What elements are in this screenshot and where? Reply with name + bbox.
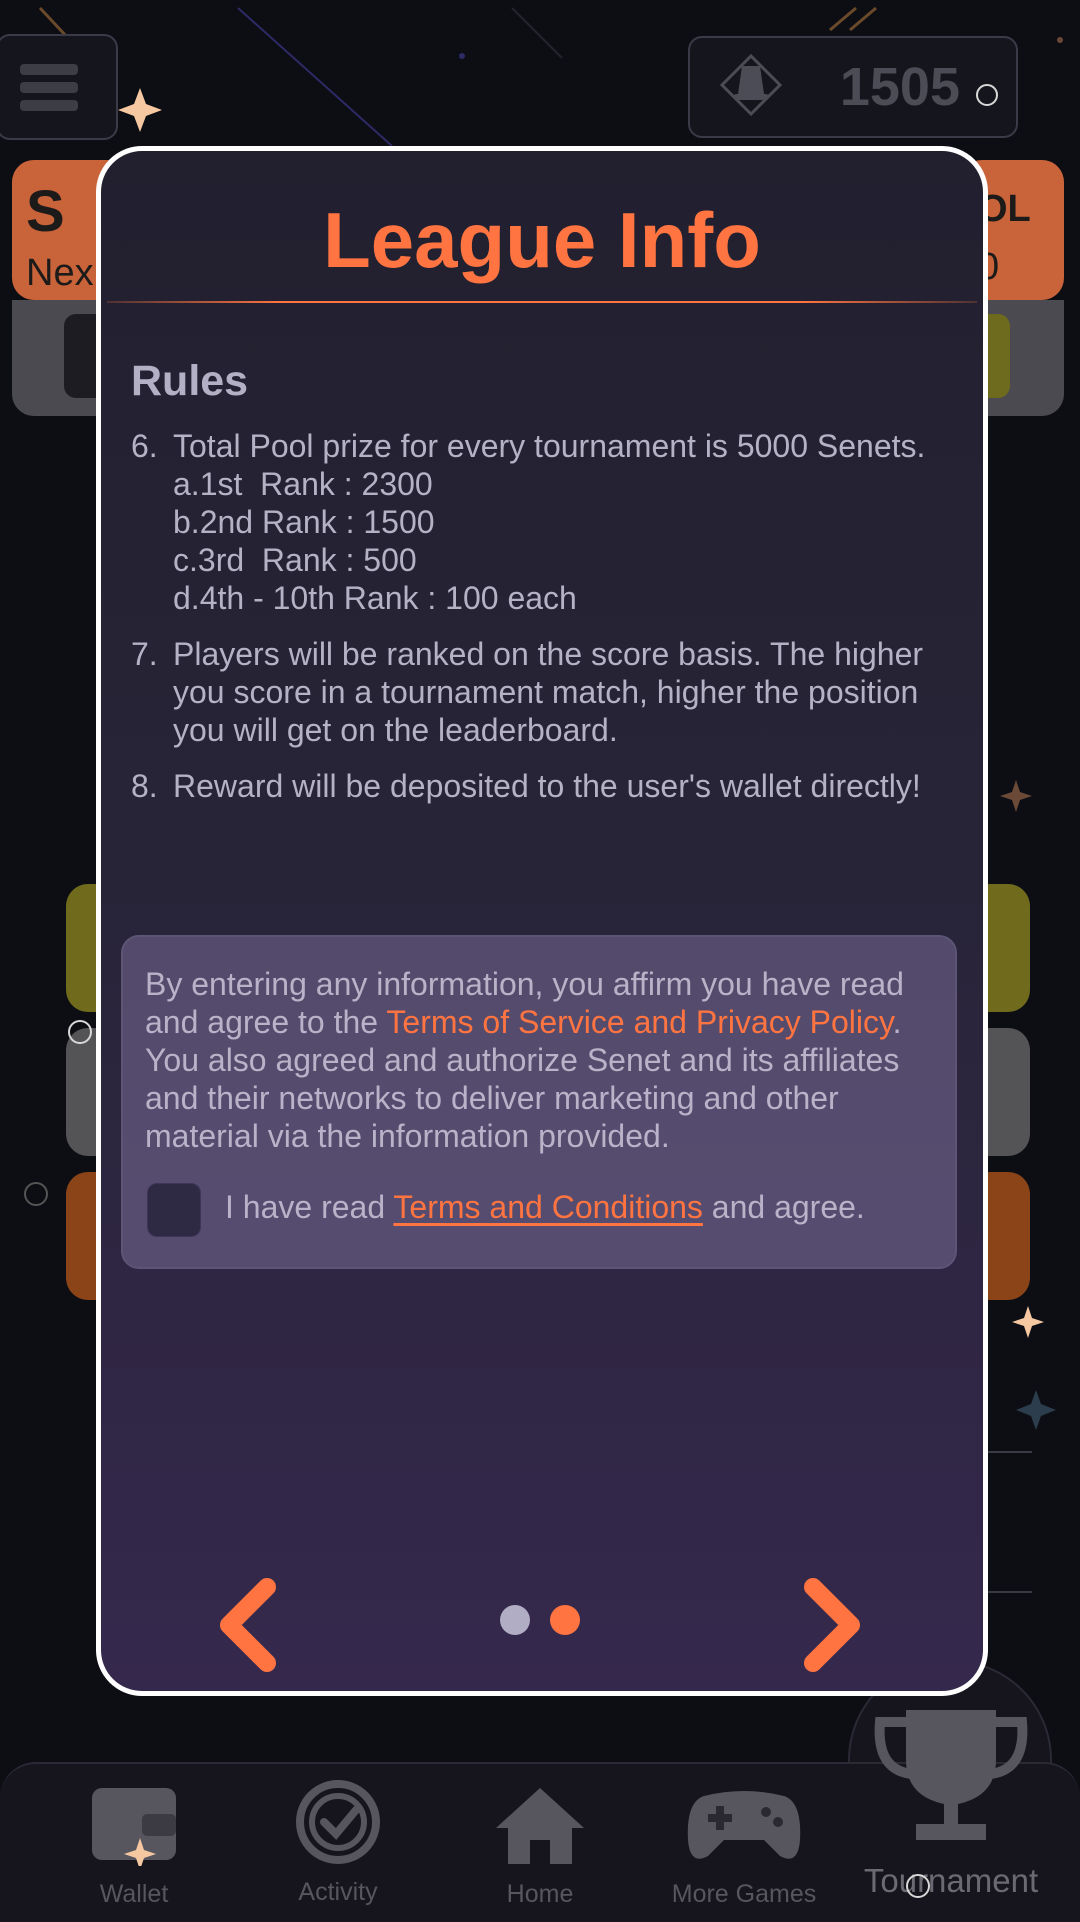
rules-list: 6. Total Pool prize for every tournament… <box>131 427 931 819</box>
consent-text: By entering any information, you affirm … <box>145 966 904 1154</box>
title-divider <box>107 301 977 303</box>
trophy-icon <box>874 1710 1028 1840</box>
nav-wallet-label: Wallet <box>99 1880 169 1908</box>
wallet-icon <box>92 1788 176 1866</box>
page-dot-2-active[interactable] <box>550 1605 580 1635</box>
menu-button[interactable] <box>0 34 118 140</box>
coin-balance[interactable]: 1505 <box>688 36 1018 138</box>
page-dot-1[interactable] <box>500 1605 530 1635</box>
prize-rank-2: b.2nd Rank : 1500 <box>173 504 435 540</box>
prize-rank-1: a.1st Rank : 2300 <box>173 466 433 502</box>
prize-rank-3: c.3rd Rank : 500 <box>173 542 417 578</box>
hamburger-icon <box>20 64 78 75</box>
nav-home-label: Home <box>506 1880 574 1908</box>
sparkle-icon <box>1012 1306 1044 1338</box>
nav-activity-label: Activity <box>298 1878 378 1906</box>
sparkle-icon <box>1000 780 1032 812</box>
rule-number: 6. <box>131 428 158 464</box>
modal-title: League Info <box>323 196 761 284</box>
terms-privacy-link[interactable]: Terms of Service and Privacy Policy <box>386 1004 892 1040</box>
nav-tournament-label: Tournament <box>863 1862 1039 1899</box>
sparkle-icon <box>118 88 162 132</box>
rule-item-7: 7. Players will be ranked on the score b… <box>131 635 931 749</box>
prize-rank-4-10: d.4th - 10th Rank : 100 each <box>173 580 577 616</box>
activity-check-icon <box>296 1780 380 1864</box>
league-info-modal: League Info Rules 6. Total Pool prize fo… <box>96 146 988 1696</box>
next-arrow-icon[interactable] <box>791 1577 871 1673</box>
rule-item-8: 8. Reward will be deposited to the user'… <box>131 767 931 805</box>
rule-text: Total Pool prize for every tournament is… <box>173 428 926 464</box>
agree-row: I have read Terms and Conditions and agr… <box>147 1183 947 1239</box>
nav-more-games-label: More Games <box>671 1880 817 1908</box>
terms-conditions-link[interactable]: Terms and Conditions <box>393 1189 702 1225</box>
previous-arrow-icon[interactable] <box>209 1577 289 1673</box>
rule-text: Players will be ranked on the score basi… <box>173 636 924 748</box>
senet-coin-icon <box>719 53 783 117</box>
rules-heading: Rules <box>131 357 249 405</box>
agree-label: I have read Terms and Conditions and agr… <box>225 1189 865 1225</box>
consent-box: By entering any information, you affirm … <box>121 935 957 1269</box>
rule-item-6: 6. Total Pool prize for every tournament… <box>131 427 931 617</box>
agree-checkbox[interactable] <box>147 1183 201 1237</box>
gamepad-icon <box>687 1791 801 1859</box>
home-icon <box>496 1788 584 1864</box>
rule-text: Reward will be deposited to the user's w… <box>173 768 921 804</box>
rule-number: 8. <box>131 768 158 804</box>
rule-number: 7. <box>131 636 158 672</box>
sparkle-icon <box>1016 1390 1056 1430</box>
coin-balance-value: 1505 <box>839 57 960 117</box>
